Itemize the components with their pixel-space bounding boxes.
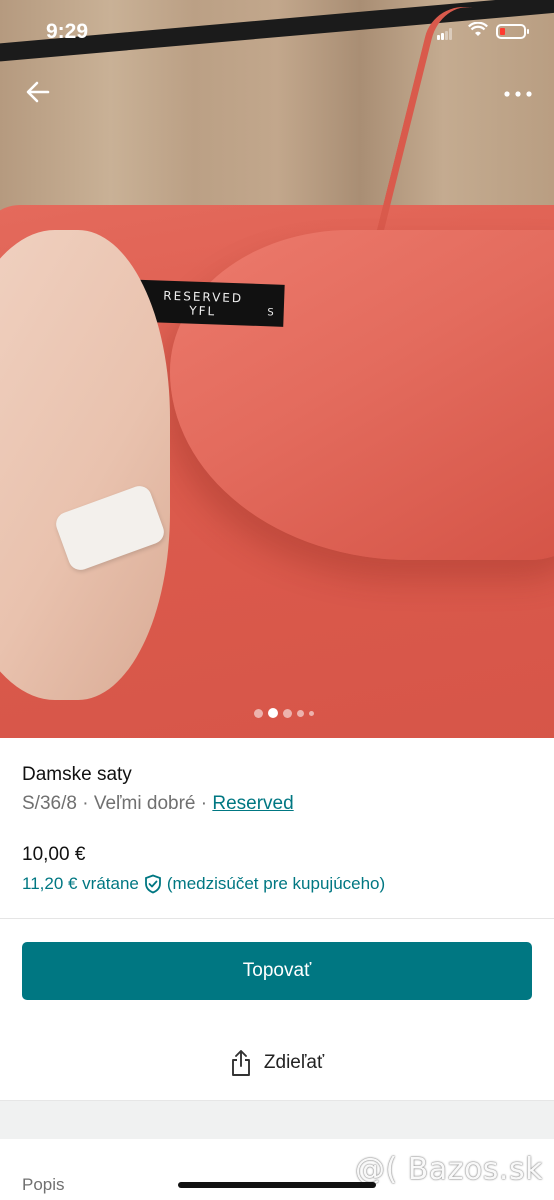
- buyer-price-value: 11,20 € vrátane: [22, 874, 139, 893]
- buyer-price-note: (medzisúčet pre kupujúceho): [166, 874, 386, 893]
- home-indicator[interactable]: [178, 1182, 376, 1188]
- buyer-price[interactable]: 11,20 € vrátane (medzisúčet pre kupujúce…: [22, 874, 385, 894]
- share-button[interactable]: Zdieľať: [0, 1035, 554, 1091]
- page-indicator: [254, 707, 314, 719]
- page-dot: [254, 708, 263, 718]
- photo-hand: [0, 230, 170, 700]
- page-dot-active: [268, 708, 278, 718]
- wifi-icon: [468, 21, 488, 43]
- arrow-left-icon: [26, 81, 50, 103]
- back-button[interactable]: [20, 74, 56, 110]
- item-meta-text: S/36/8 · Veľmi dobré ·: [22, 793, 213, 814]
- description-heading: Popis: [22, 1175, 65, 1194]
- status-time: 9:29: [46, 20, 89, 43]
- battery-icon: [496, 24, 529, 39]
- share-label: Zdieľať: [263, 1052, 325, 1073]
- page-dot: [309, 710, 314, 716]
- item-meta: S/36/8 · Veľmi dobré · Reserved: [22, 793, 294, 815]
- more-options-button[interactable]: [498, 74, 538, 110]
- shield-check-icon: [144, 874, 161, 894]
- share-icon: [231, 1050, 250, 1076]
- signal-icon: [437, 28, 453, 40]
- bazos-watermark: @( Bazos.sk: [355, 1152, 543, 1187]
- page-dot: [283, 708, 292, 718]
- brand-link[interactable]: Reserved: [212, 793, 293, 814]
- clothing-label-size: S: [267, 307, 274, 319]
- more-dots-icon: [504, 91, 532, 97]
- bump-button[interactable]: Topovať: [22, 942, 532, 1000]
- item-title: Damske saty: [22, 764, 132, 785]
- section-divider: [0, 918, 554, 919]
- status-bar: 9:29: [0, 0, 554, 64]
- section-spacer: [0, 1100, 554, 1139]
- page-dot: [297, 709, 304, 717]
- item-price: 10,00 €: [22, 844, 86, 865]
- item-photo[interactable]: RESERVED YFL S: [0, 0, 554, 738]
